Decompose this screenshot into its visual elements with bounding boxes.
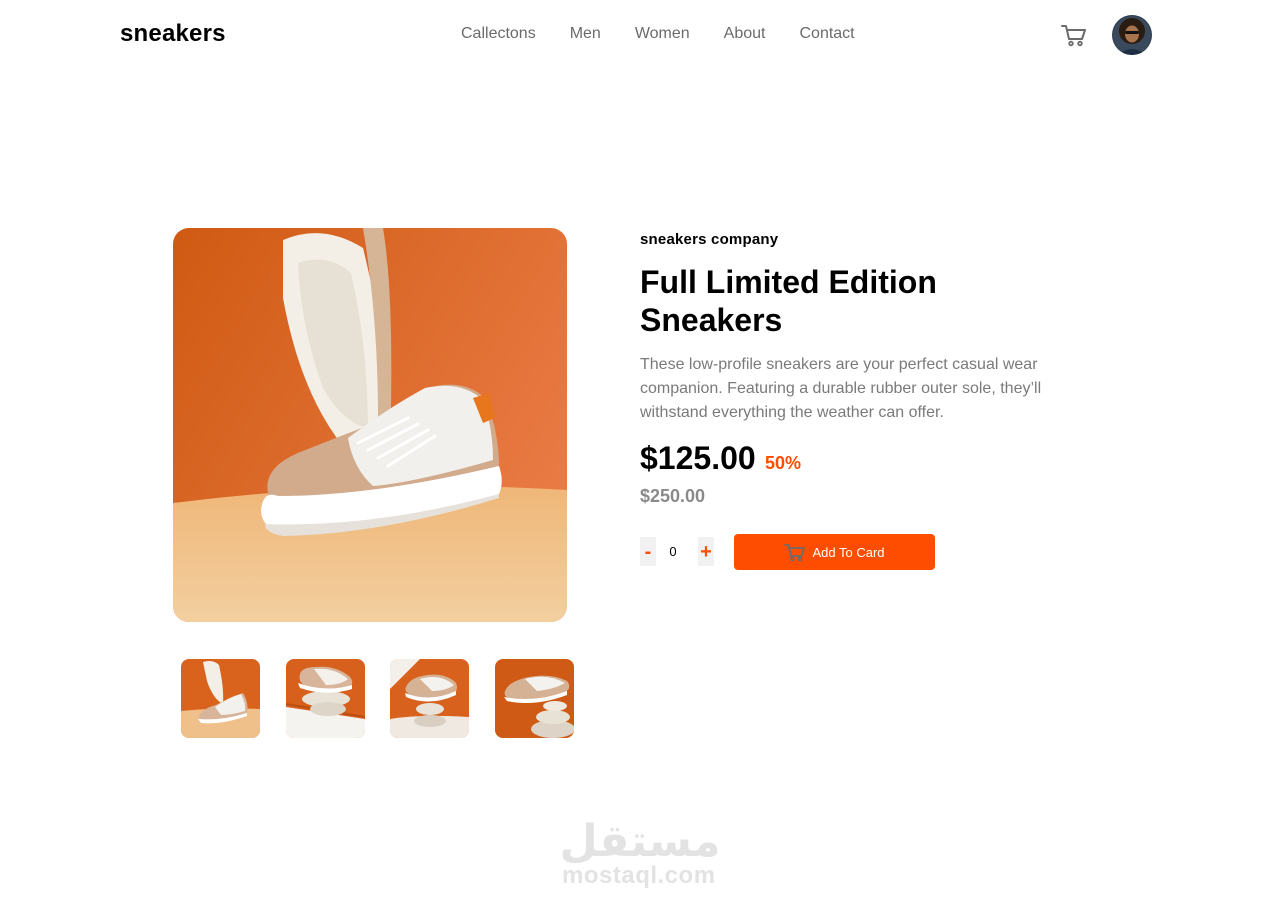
quantity-decrease-button[interactable]: -: [640, 537, 656, 566]
watermark-arabic: مستقل: [560, 816, 720, 866]
nav-link-collections[interactable]: Callectons: [461, 25, 536, 43]
watermark-text: mostaql.com: [562, 862, 716, 889]
current-price: $125.00: [640, 440, 756, 476]
product-title: Full Limited Edition Sneakers: [640, 264, 937, 338]
product-description: These low-profile sneakers are your perf…: [640, 356, 1042, 421]
user-avatar[interactable]: [1112, 15, 1152, 55]
nav-link-contact[interactable]: Contact: [799, 25, 854, 43]
thumbnail-3[interactable]: [390, 659, 469, 738]
nav-link-about[interactable]: About: [724, 25, 766, 43]
discount-badge: 50%: [765, 453, 802, 473]
watermark-logo: مستقل: [560, 812, 721, 867]
quantity-increase-button[interactable]: +: [698, 537, 714, 566]
thumbnail-1[interactable]: [181, 659, 260, 738]
thumbnail-2[interactable]: [286, 659, 365, 738]
add-to-cart-button[interactable]: Add To Card: [734, 534, 935, 570]
add-to-cart-label: Add To Card: [812, 544, 885, 560]
cart-icon: [784, 542, 806, 562]
original-price: $250.00: [640, 486, 706, 506]
site-logo[interactable]: sneakers: [120, 20, 226, 48]
cart-icon[interactable]: [1060, 22, 1088, 48]
site-header: sneakers Callectons Men Women About Cont…: [0, 0, 1279, 70]
product-main-image[interactable]: [173, 228, 567, 622]
nav-link-men[interactable]: Men: [570, 25, 601, 43]
thumbnail-4[interactable]: [495, 659, 574, 738]
main-nav: Callectons Men Women About Contact: [461, 25, 889, 43]
nav-link-women[interactable]: Women: [635, 25, 690, 43]
company-name: sneakers company: [640, 231, 779, 248]
quantity-input[interactable]: [664, 537, 682, 566]
